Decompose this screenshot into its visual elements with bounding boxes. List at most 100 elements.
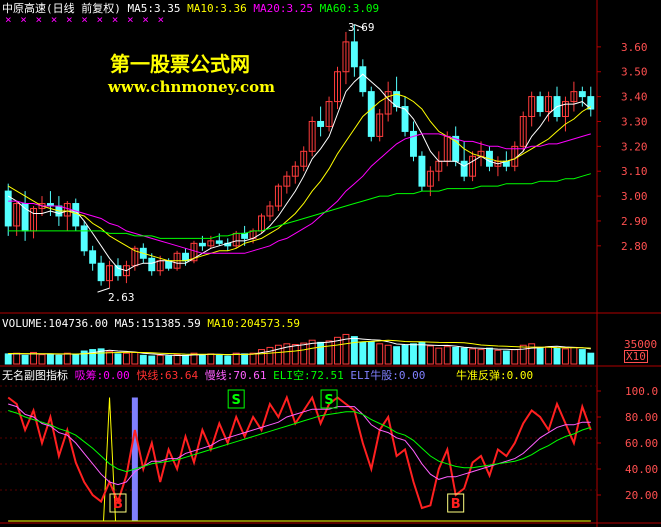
volume-bar: [291, 344, 299, 365]
volume-bar: [502, 350, 510, 365]
volume-bar: [587, 352, 595, 365]
candle-body: [350, 41, 358, 68]
volume-bar: [139, 354, 147, 365]
volume-bar: [38, 354, 46, 365]
volume-bar: [376, 343, 384, 365]
volume-header: VOLUME:104736.00 MA5:151385.59 MA10:2045…: [2, 317, 300, 330]
volume-bar: [63, 352, 71, 365]
candle-body: [359, 66, 367, 93]
volume-bar: [300, 342, 308, 365]
volume-panel[interactable]: [4, 333, 595, 365]
candle-body: [148, 257, 156, 272]
price-tick-label: 2.80: [621, 240, 648, 253]
indicator-header: 无名副图指标 吸筹:0.00 快线:63.64 慢线:70.61 ELI空:72…: [2, 369, 533, 382]
volume-bar: [249, 352, 257, 365]
eli-kong-value: ELI空:72.51: [273, 369, 344, 382]
volume-bar: [350, 336, 358, 365]
volume-bar: [4, 353, 12, 365]
volume-bar: [477, 349, 485, 365]
volume-bar: [131, 351, 139, 365]
candle-body: [410, 130, 417, 157]
price-tick-label: 3.40: [621, 91, 648, 104]
volume-bar: [274, 344, 282, 365]
x-marks-row: × × × × × × × × × × ×: [5, 13, 166, 26]
volume-bar: [224, 355, 232, 365]
candle-body: [80, 225, 88, 252]
xichou-value: 吸筹:0.00: [74, 369, 130, 382]
indicator-tick-label: 60.00: [625, 437, 658, 450]
manxian-value: 慢线:70.61: [204, 369, 267, 382]
ma-line-ma5: [7, 73, 592, 272]
volume-bar: [21, 354, 29, 365]
indicator-tick-label: 40.00: [625, 463, 658, 476]
volume-bar: [198, 354, 206, 365]
ma60-value: MA60:3.09: [319, 2, 380, 15]
volume-bar: [148, 355, 156, 365]
volume-bar: [553, 347, 561, 365]
candle-body: [418, 155, 426, 187]
volume-bar: [165, 355, 173, 365]
volume-unit-badge: X10: [624, 350, 648, 363]
price-tick-label: 3.50: [621, 66, 648, 79]
watermark-url: www.chnmoney.com: [108, 78, 275, 96]
volume-bar: [561, 348, 569, 365]
volume-bar: [545, 346, 553, 365]
volume-bar: [173, 354, 181, 365]
kuaixian-value: 快线:63.64: [136, 369, 199, 382]
stock-chart[interactable]: S SB B100.080.0060.0040.0020.00 3.603.503.…: [0, 0, 661, 527]
volume-bar: [106, 351, 113, 365]
price-panel[interactable]: [4, 24, 595, 293]
volume-bar: [258, 349, 265, 365]
spike-bar: [131, 397, 138, 521]
volume-bar: [325, 340, 333, 365]
candle-body: [241, 232, 249, 239]
indicator-name: 无名副图指标: [2, 369, 68, 382]
volume-bar: [367, 341, 375, 365]
candle-body: [317, 120, 325, 127]
volume-bar: [122, 352, 130, 365]
price-axis: 3.60 3.50 3.40 3.30 3.20 3.10 3.00 2.90 2.80: [597, 41, 648, 253]
ma-line-ma10: [7, 93, 592, 262]
candle-body: [367, 91, 375, 137]
volume-bar: [418, 341, 426, 365]
indicator-tick-label: 20.00: [625, 489, 658, 502]
ma20-value: MA20:3.25: [253, 2, 313, 15]
volume-bar: [452, 346, 460, 365]
volume-bar: [72, 354, 80, 365]
signal-label: B: [451, 497, 461, 512]
price-tick-label: 3.60: [621, 41, 648, 54]
ma-line-ma20: [8, 133, 591, 254]
volume-bar: [494, 349, 502, 365]
volume-bar: [578, 349, 586, 365]
volume-bar: [435, 347, 443, 365]
candle-body: [198, 242, 206, 247]
volume-bar: [570, 346, 578, 365]
volume-bar: [519, 344, 527, 365]
signal-label: S: [324, 393, 333, 408]
volume-bar: [55, 354, 63, 365]
price-tick-label: 3.30: [621, 115, 648, 128]
volume-bar: [215, 354, 223, 365]
volume-bar: [266, 346, 274, 365]
niuzhun-value: 牛准反弹:0.00: [455, 369, 534, 382]
volume-bar: [443, 346, 451, 365]
fast-line: [7, 394, 592, 510]
candle-body: [536, 96, 544, 113]
volume-bar: [511, 349, 519, 365]
volume-bar: [317, 341, 325, 365]
volume-bar: [156, 354, 164, 365]
volume-ma10: MA10:204573.59: [207, 317, 301, 330]
candle-body: [89, 250, 97, 264]
candle-body: [165, 260, 173, 269]
watermark-title: 第一股票公式网: [110, 52, 250, 76]
indicator-tick-label: 100.0: [625, 385, 658, 398]
volume-bar: [46, 353, 54, 365]
volume-bar: [114, 353, 122, 365]
price-tick-label: 3.00: [621, 190, 648, 203]
volume-bar: [486, 347, 493, 365]
candle-body: [114, 265, 122, 277]
price-tick-label: 2.90: [621, 215, 648, 228]
candle-body: [72, 203, 80, 227]
volume-bar: [401, 344, 409, 365]
indicator-panel[interactable]: S S B B 100.0 80.00 60.00 40.00 20.00: [7, 385, 658, 522]
